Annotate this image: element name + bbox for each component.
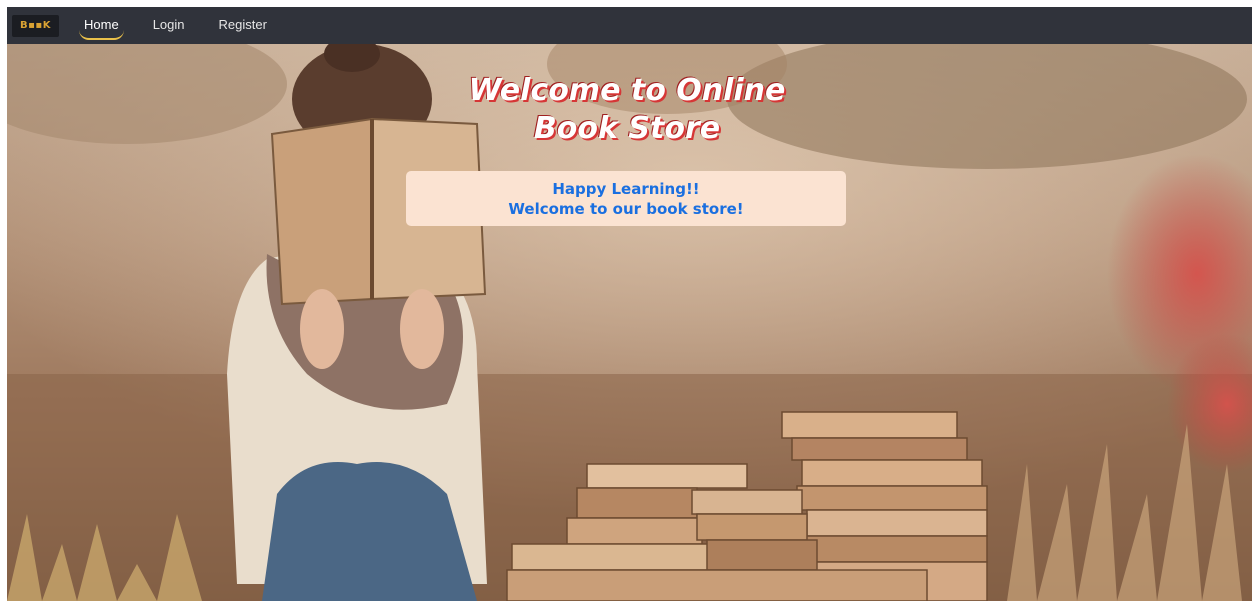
hero-section: Welcome to Online Book Store Happy Learn… [7, 44, 1252, 601]
welcome-message-line1: Happy Learning!! [552, 179, 700, 198]
hero-title-line1: Welcome to Online [468, 73, 786, 108]
logo-text: B▪▪K [20, 20, 51, 31]
navbar: B▪▪K Home Login Register [7, 7, 1252, 44]
nav-register-link[interactable]: Register [219, 17, 267, 34]
welcome-message-line2: Welcome to our book store! [508, 199, 744, 218]
hero-title-line2: Book Store [533, 111, 721, 146]
hero-title: Welcome to Online Book Store [437, 72, 817, 148]
site-logo[interactable]: B▪▪K [12, 14, 59, 37]
nav-links: Home Login Register [79, 17, 301, 40]
page-frame: B▪▪K Home Login Register Welcome to Onli… [7, 7, 1252, 601]
welcome-message-box: Happy Learning!! Welcome to our book sto… [406, 171, 846, 226]
nav-home-link[interactable]: Home [79, 17, 124, 40]
nav-login-link[interactable]: Login [153, 17, 185, 34]
